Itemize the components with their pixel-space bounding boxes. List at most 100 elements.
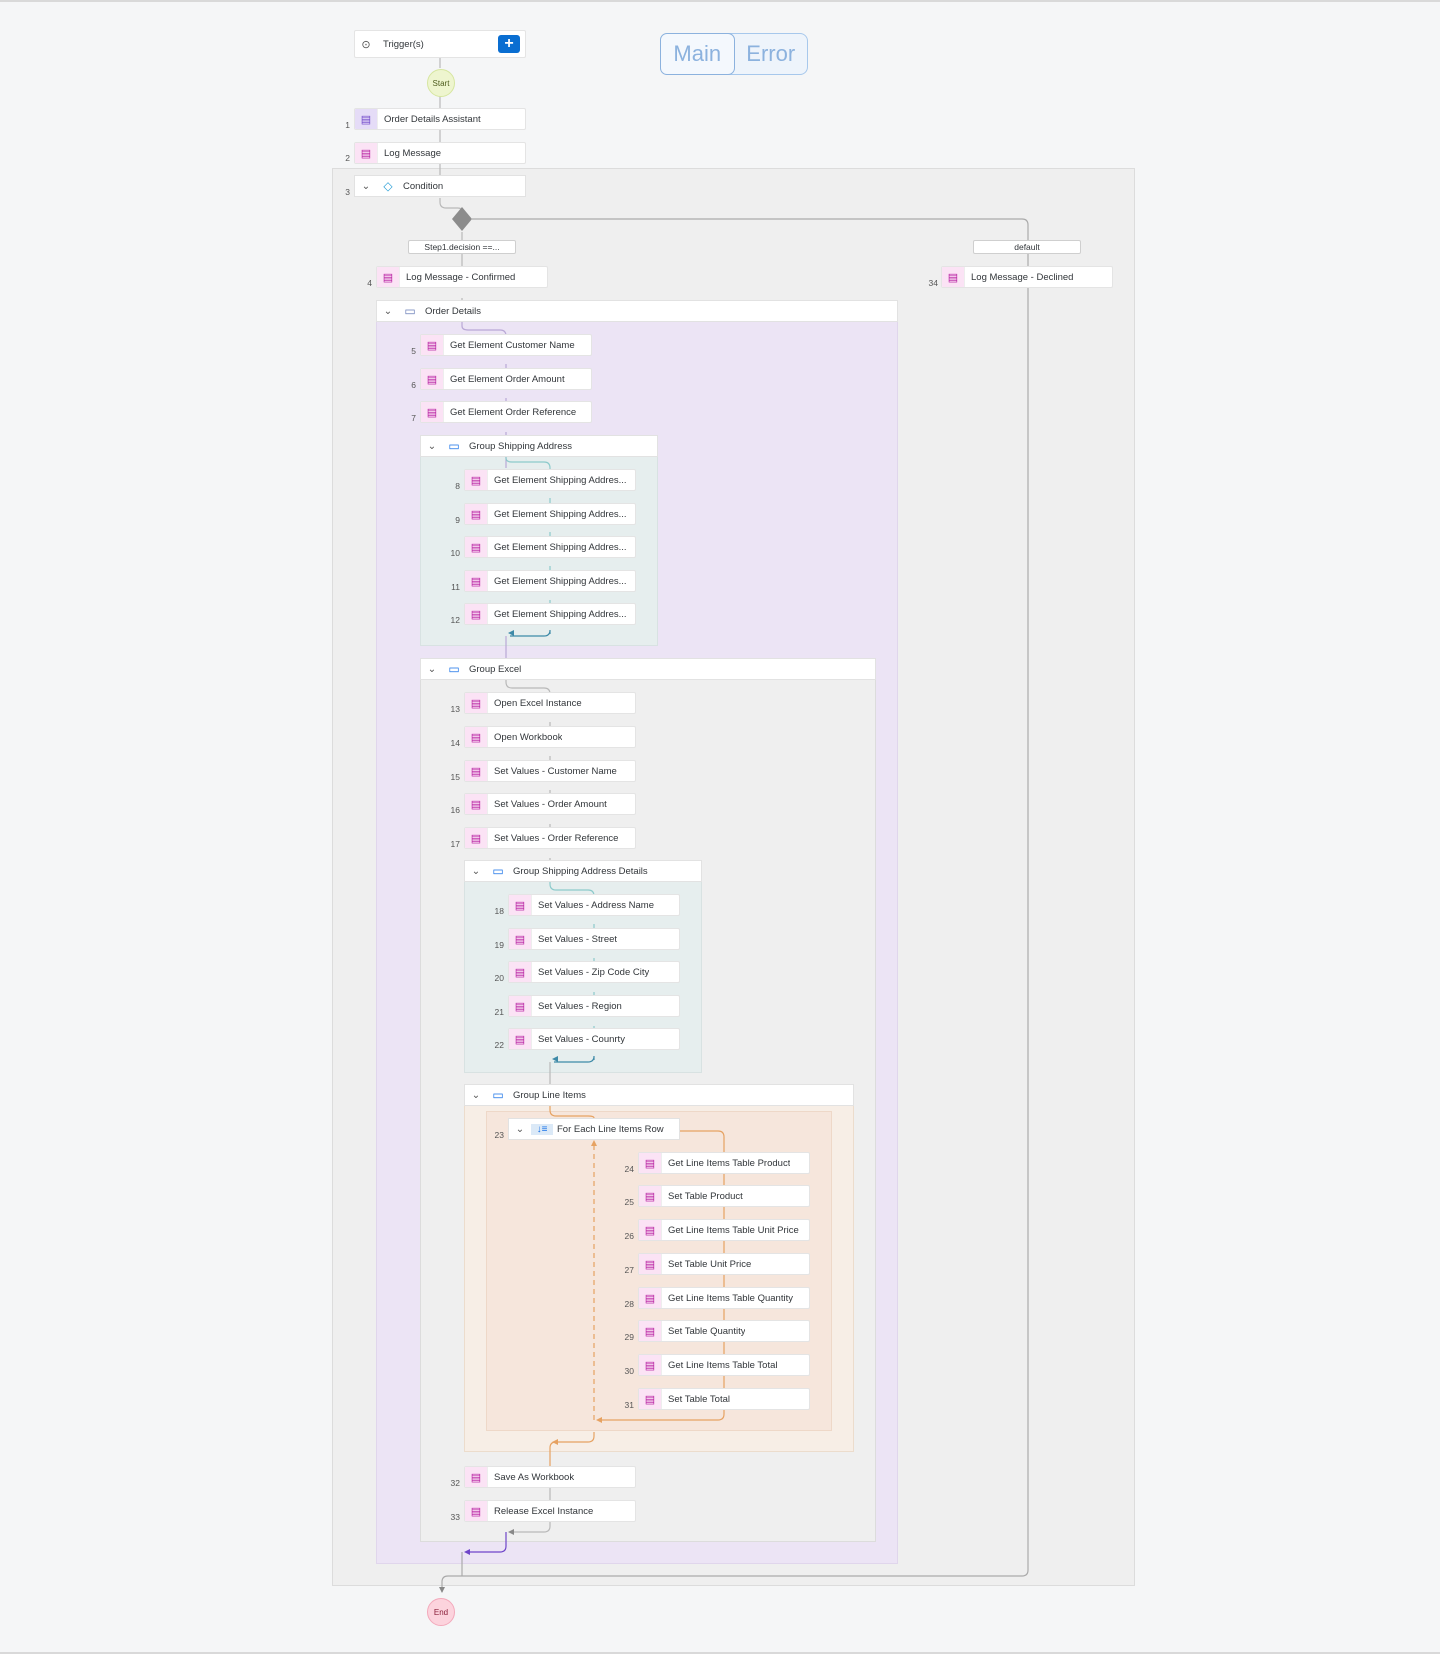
step-label: Log Message [384,147,442,159]
step-number: 14 [450,738,460,748]
step-set-values-address-name[interactable]: ▤ Set Values - Address Name [508,894,680,916]
chevron-down-icon[interactable]: ⌄ [421,664,443,675]
clipboard-icon: ▤ [421,369,444,389]
step-open-workbook[interactable]: ▤ Open Workbook [464,726,636,748]
step-for-each-line-items-row[interactable]: ⌄ ↓≡ For Each Line Items Row [508,1118,680,1140]
clipboard-icon: ▤ [421,335,444,355]
step-number: 8 [455,481,460,491]
step-label: Order Details Assistant [384,113,481,125]
step-label: Save As Workbook [494,1471,575,1483]
clipboard-icon: ▤ [639,1321,662,1341]
step-label: Set Values - Customer Name [494,765,617,777]
chevron-down-icon[interactable]: ⌄ [465,866,487,877]
step-number: 32 [450,1478,460,1488]
step-number: 15 [450,772,460,782]
tab-main[interactable]: Main [660,33,735,75]
end-node: End [427,1598,455,1626]
clipboard-icon: ▤ [377,267,400,287]
step-label: Open Workbook [494,731,563,743]
clipboard-icon: ▤ [465,1501,488,1521]
group-label: Group Shipping Address Details [513,865,648,877]
step-log-message[interactable]: ▤ Log Message [354,142,526,164]
step-number: 16 [450,805,460,815]
group-line-items[interactable]: ⌄ ▭ Group Line Items [464,1084,854,1106]
step-get-element-shipping-address[interactable]: ▤ Get Element Shipping Addres... [464,603,636,625]
branch-default-label[interactable]: default [973,240,1081,254]
step-get-element-shipping-address[interactable]: ▤ Get Element Shipping Addres... [464,536,636,558]
step-log-message-confirmed[interactable]: ▤ Log Message - Confirmed [376,266,548,288]
step-set-values-customer-name[interactable]: ▤ Set Values - Customer Name [464,760,636,782]
flow-canvas[interactable]: ⊙ Trigger(s) + Main Error Start 1 ▤ Orde… [0,0,1440,1654]
step-number: 1 [345,120,350,130]
trigger-node[interactable]: ⊙ Trigger(s) + [354,30,526,58]
chevron-down-icon[interactable]: ⌄ [355,181,377,192]
step-number: 34 [928,278,938,288]
step-number: 21 [494,1007,504,1017]
step-get-line-items-table-unit-price[interactable]: ▤ Get Line Items Table Unit Price [638,1219,810,1241]
chevron-down-icon[interactable]: ⌄ [509,1124,531,1135]
step-label: Set Table Unit Price [668,1258,752,1270]
clipboard-icon: ▤ [465,504,488,524]
step-set-values-order-reference[interactable]: ▤ Set Values - Order Reference [464,827,636,849]
step-get-line-items-table-product[interactable]: ▤ Get Line Items Table Product [638,1152,810,1174]
step-condition[interactable]: ⌄ ◇ Condition [354,175,526,197]
step-set-table-unit-price[interactable]: ▤ Set Table Unit Price [638,1253,810,1275]
group-order-details[interactable]: ⌄ ▭ Order Details [376,300,898,322]
clipboard-icon: ▤ [509,929,532,949]
step-label: Get Element Shipping Addres... [494,608,627,620]
step-number: 19 [494,940,504,950]
step-label: Set Table Quantity [668,1325,746,1337]
step-get-element-shipping-address[interactable]: ▤ Get Element Shipping Addres... [464,469,636,491]
chevron-down-icon[interactable]: ⌄ [421,441,443,452]
clipboard-icon: ▤ [465,470,488,490]
step-get-element-shipping-address[interactable]: ▤ Get Element Shipping Addres... [464,570,636,592]
step-label: Set Table Total [668,1393,730,1405]
step-get-element-customer-name[interactable]: ▤ Get Element Customer Name [420,334,592,356]
clipboard-icon: ▤ [465,1467,488,1487]
step-number: 24 [624,1164,634,1174]
clipboard-icon: ▤ [465,727,488,747]
step-open-excel-instance[interactable]: ▤ Open Excel Instance [464,692,636,714]
step-get-element-shipping-address[interactable]: ▤ Get Element Shipping Addres... [464,503,636,525]
step-get-element-order-amount[interactable]: ▤ Get Element Order Amount [420,368,592,390]
step-label: Set Values - Street [538,933,618,945]
chevron-down-icon[interactable]: ⌄ [377,306,399,317]
step-get-line-items-table-total[interactable]: ▤ Get Line Items Table Total [638,1354,810,1376]
step-set-values-country[interactable]: ▤ Set Values - Counrty [508,1028,680,1050]
step-number: 23 [494,1130,504,1140]
step-set-values-street[interactable]: ▤ Set Values - Street [508,928,680,950]
tab-error[interactable]: Error [735,34,808,74]
step-set-table-quantity[interactable]: ▤ Set Table Quantity [638,1320,810,1342]
step-set-table-product[interactable]: ▤ Set Table Product [638,1185,810,1207]
step-order-details-assistant[interactable]: ▤ Order Details Assistant [354,108,526,130]
step-label: Get Element Customer Name [450,339,575,351]
group-shipping-address-details[interactable]: ⌄ ▭ Group Shipping Address Details [464,860,702,882]
step-get-line-items-table-quantity[interactable]: ▤ Get Line Items Table Quantity [638,1287,810,1309]
step-label: Release Excel Instance [494,1505,594,1517]
group-excel[interactable]: ⌄ ▭ Group Excel [420,658,876,680]
step-get-element-order-reference[interactable]: ▤ Get Element Order Reference [420,401,592,423]
step-number: 31 [624,1400,634,1410]
step-number: 17 [450,839,460,849]
step-label: Set Values - Order Amount [494,798,607,810]
step-save-as-workbook[interactable]: ▤ Save As Workbook [464,1466,636,1488]
step-release-excel-instance[interactable]: ▤ Release Excel Instance [464,1500,636,1522]
folder-icon: ▭ [492,1088,504,1102]
clipboard-icon: ▤ [639,1288,662,1308]
chevron-down-icon[interactable]: ⌄ [465,1090,487,1101]
step-label: Get Line Items Table Unit Price [668,1224,799,1236]
step-set-values-zip-code-city[interactable]: ▤ Set Values - Zip Code City [508,961,680,983]
group-shipping-address[interactable]: ⌄ ▭ Group Shipping Address [420,435,658,457]
step-set-values-order-amount[interactable]: ▤ Set Values - Order Amount [464,793,636,815]
step-label: Set Values - Region [538,1000,622,1012]
loop-icon: ↓≡ [531,1123,553,1135]
step-label: Set Table Product [668,1190,743,1202]
add-trigger-button[interactable]: + [498,35,520,53]
branch-condition-label[interactable]: Step1.decision ==... [408,240,516,254]
step-set-table-total[interactable]: ▤ Set Table Total [638,1388,810,1410]
clipboard-icon: ▤ [509,895,532,915]
step-number: 4 [367,278,372,288]
step-log-message-declined[interactable]: ▤ Log Message - Declined [941,266,1113,288]
step-number: 20 [494,973,504,983]
step-set-values-region[interactable]: ▤ Set Values - Region [508,995,680,1017]
